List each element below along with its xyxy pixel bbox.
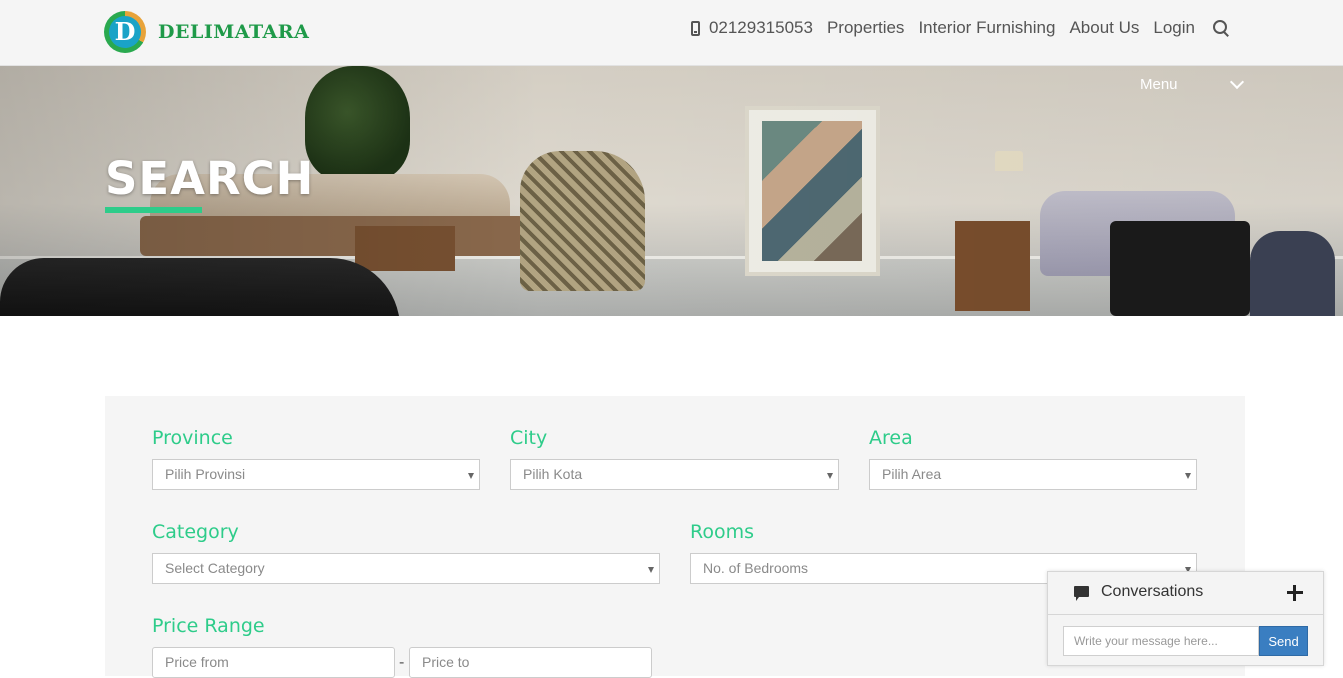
chat-message-input[interactable]: Write your message here... — [1063, 626, 1259, 656]
chat-title: Conversations — [1101, 583, 1204, 600]
page-title: SEARCH — [105, 152, 315, 205]
area-select-value: Pilih Area — [882, 466, 942, 482]
price-separator: - — [399, 654, 405, 671]
chat-header[interactable]: Conversations — [1048, 572, 1323, 615]
city-select[interactable]: Pilih Kota — [510, 459, 839, 490]
nav-about-us[interactable]: About Us — [1069, 18, 1139, 38]
dropdown-caret-icon — [1185, 473, 1191, 479]
chevron-down-icon — [1229, 74, 1244, 90]
city-label: City — [510, 427, 548, 449]
price-range-label: Price Range — [152, 615, 265, 637]
dropdown-caret-icon — [468, 473, 474, 479]
category-label: Category — [152, 521, 239, 543]
nav-properties[interactable]: Properties — [827, 18, 904, 38]
plus-icon[interactable] — [1287, 585, 1303, 601]
area-select[interactable]: Pilih Area — [869, 459, 1197, 490]
province-label: Province — [152, 427, 233, 449]
province-select[interactable]: Pilih Provinsi — [152, 459, 480, 490]
menu-label: Menu — [1140, 76, 1178, 93]
logo-emblem: D — [104, 11, 146, 53]
hero-banner: SEARCH Menu — [0, 66, 1343, 316]
menu-toggle[interactable]: Menu — [1140, 74, 1244, 93]
top-header: D DELIMATARA 02129315053 Properties Inte… — [0, 0, 1343, 66]
rooms-select-value: No. of Bedrooms — [703, 560, 809, 576]
comment-icon — [1074, 586, 1089, 601]
title-underline — [105, 207, 202, 213]
price-to-input[interactable]: Price to — [409, 647, 652, 678]
city-select-value: Pilih Kota — [523, 466, 583, 482]
main-nav: 02129315053 Properties Interior Furnishi… — [677, 18, 1230, 38]
nav-interior-furnishing[interactable]: Interior Furnishing — [918, 18, 1055, 38]
nav-phone[interactable]: 02129315053 — [690, 18, 813, 38]
dropdown-caret-icon — [648, 567, 654, 573]
search-icon[interactable] — [1213, 19, 1230, 37]
category-select[interactable]: Select Category — [152, 553, 660, 584]
send-button[interactable]: Send — [1259, 626, 1308, 656]
rooms-label: Rooms — [690, 521, 755, 543]
logo-letter: D — [114, 17, 136, 46]
category-select-value: Select Category — [165, 560, 265, 576]
dropdown-caret-icon — [827, 473, 833, 479]
phone-number: 02129315053 — [708, 18, 813, 37]
mobile-phone-icon — [690, 20, 700, 36]
chat-widget: Conversations Write your message here...… — [1047, 571, 1324, 666]
brand-logo[interactable]: D DELIMATARA — [104, 11, 309, 53]
brand-name: DELIMATARA — [158, 21, 310, 43]
area-label: Area — [869, 427, 913, 449]
province-select-value: Pilih Provinsi — [165, 466, 246, 482]
nav-login[interactable]: Login — [1153, 18, 1195, 38]
price-from-input[interactable]: Price from — [152, 647, 395, 678]
